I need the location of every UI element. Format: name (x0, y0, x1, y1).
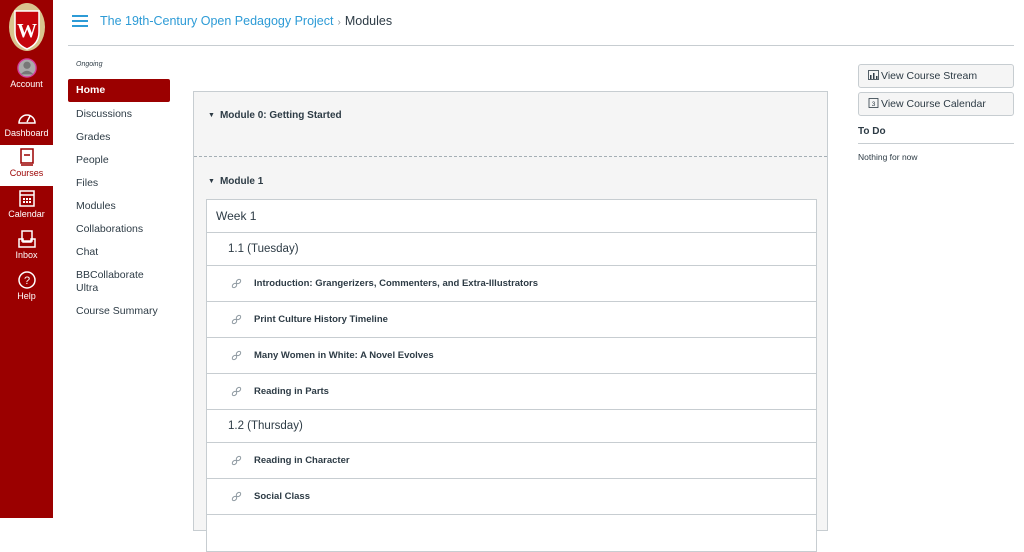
module-title: Module 1 (219, 176, 264, 187)
nav-label: Inbox (15, 250, 38, 260)
global-nav: W Account Dashboard Courses Calendar Inb… (0, 0, 53, 518)
button-label: View Course Calendar (881, 98, 986, 110)
link-icon (231, 386, 242, 397)
module-item[interactable]: Reading in Parts (207, 374, 816, 410)
course-nav-discussions[interactable]: Discussions (68, 108, 170, 121)
module-item-title[interactable]: Reading in Character (254, 455, 350, 466)
calendar-icon (18, 190, 35, 207)
todo-empty-message: Nothing for now (858, 152, 918, 162)
term-label: Ongoing (76, 61, 103, 68)
nav-label: Dashboard (4, 128, 49, 138)
link-icon (231, 491, 242, 502)
module-divider (194, 156, 827, 157)
module-item[interactable]: Many Women in White: A Novel Evolves (207, 338, 816, 374)
global-nav-courses[interactable]: Courses (0, 145, 53, 186)
module-item[interactable]: Social Class (207, 479, 816, 515)
module-items: Week 1 1.1 (Tuesday) Introduction: Grang… (206, 199, 817, 552)
module-item-title[interactable]: Print Culture History Timeline (254, 314, 388, 325)
svg-text:3: 3 (872, 101, 876, 108)
button-label: View Course Stream (881, 70, 978, 82)
svg-text:W: W (17, 20, 37, 42)
view-course-calendar-button[interactable]: 3 View Course Calendar (858, 92, 1014, 116)
link-icon (231, 278, 242, 289)
right-sidebar: View Course Stream 3 View Course Calendar… (858, 64, 1014, 162)
nav-label: Help (17, 291, 36, 301)
course-nav-chat[interactable]: Chat (68, 246, 170, 259)
course-nav-collaborations[interactable]: Collaborations (68, 223, 170, 236)
link-icon (231, 314, 242, 325)
module-subheader: 1.2 (Thursday) (207, 410, 816, 443)
module-item[interactable] (207, 515, 816, 551)
course-nav-bbcollaborate[interactable]: BBCollaborate Ultra (68, 269, 148, 295)
global-nav-inbox[interactable]: Inbox (0, 227, 53, 268)
global-nav-help[interactable]: ? Help (0, 268, 53, 309)
module-item[interactable]: Print Culture History Timeline (207, 302, 816, 338)
help-icon: ? (17, 271, 36, 289)
nav-label: Account (10, 79, 43, 89)
link-icon (231, 455, 242, 466)
module-item-title[interactable]: Many Women in White: A Novel Evolves (254, 350, 434, 361)
breadcrumb-course-link[interactable]: The 19th-Century Open Pedagogy Project (100, 14, 333, 28)
breadcrumb-current: Modules (344, 14, 393, 28)
nav-label: Calendar (8, 209, 45, 219)
module-header[interactable]: ▼ Module 1 (208, 176, 263, 187)
global-nav-calendar[interactable]: Calendar (0, 186, 53, 227)
module-subheader: 1.1 (Tuesday) (207, 233, 816, 266)
courses-icon (19, 148, 34, 166)
course-nav-course-summary[interactable]: Course Summary (68, 305, 170, 318)
module-item-title[interactable]: Introduction: Grangerizers, Commenters, … (254, 278, 538, 289)
module-title: Module 0: Getting Started (219, 110, 342, 121)
nav-label: Courses (9, 168, 44, 178)
link-icon (231, 350, 242, 361)
course-nav-files[interactable]: Files (68, 177, 170, 190)
dashboard-icon (17, 114, 36, 124)
module-header[interactable]: ▼ Module 0: Getting Started (208, 110, 342, 121)
course-nav-home[interactable]: Home (68, 79, 170, 102)
hamburger-menu-icon[interactable] (72, 15, 88, 28)
stream-icon (868, 70, 879, 80)
svg-text:?: ? (23, 275, 29, 287)
global-nav-account[interactable]: Account (0, 56, 53, 97)
course-nav: Ongoing Home Discussions Grades People F… (68, 58, 170, 318)
global-nav-dashboard[interactable]: Dashboard (0, 105, 53, 146)
triangle-down-icon[interactable]: ▼ (208, 112, 215, 119)
todo-heading: To Do (858, 126, 1014, 144)
calendar-icon: 3 (868, 98, 879, 108)
avatar-icon (16, 58, 37, 78)
view-course-stream-button[interactable]: View Course Stream (858, 64, 1014, 88)
module-item-title[interactable]: Social Class (254, 491, 310, 502)
modules-container: ▼ Module 0: Getting Started ▼ Module 1 Wee… (193, 91, 828, 552)
inbox-icon (17, 230, 36, 248)
module-item[interactable]: Reading in Character (207, 443, 816, 479)
university-logo-icon[interactable]: W (8, 2, 46, 52)
module-item[interactable]: Introduction: Grangerizers, Commenters, … (207, 266, 816, 302)
breadcrumb-separator-icon: › (337, 17, 341, 28)
module-item-title[interactable]: Reading in Parts (254, 386, 329, 397)
page-header: The 19th-Century Open Pedagogy Project › M… (68, 0, 1014, 46)
course-nav-people[interactable]: People (68, 154, 170, 167)
course-nav-grades[interactable]: Grades (68, 131, 170, 144)
breadcrumb: The 19th-Century Open Pedagogy Project › M… (100, 14, 392, 28)
triangle-down-icon[interactable]: ▼ (208, 178, 215, 185)
course-nav-modules[interactable]: Modules (68, 200, 170, 213)
module-week-header: Week 1 (207, 200, 816, 233)
